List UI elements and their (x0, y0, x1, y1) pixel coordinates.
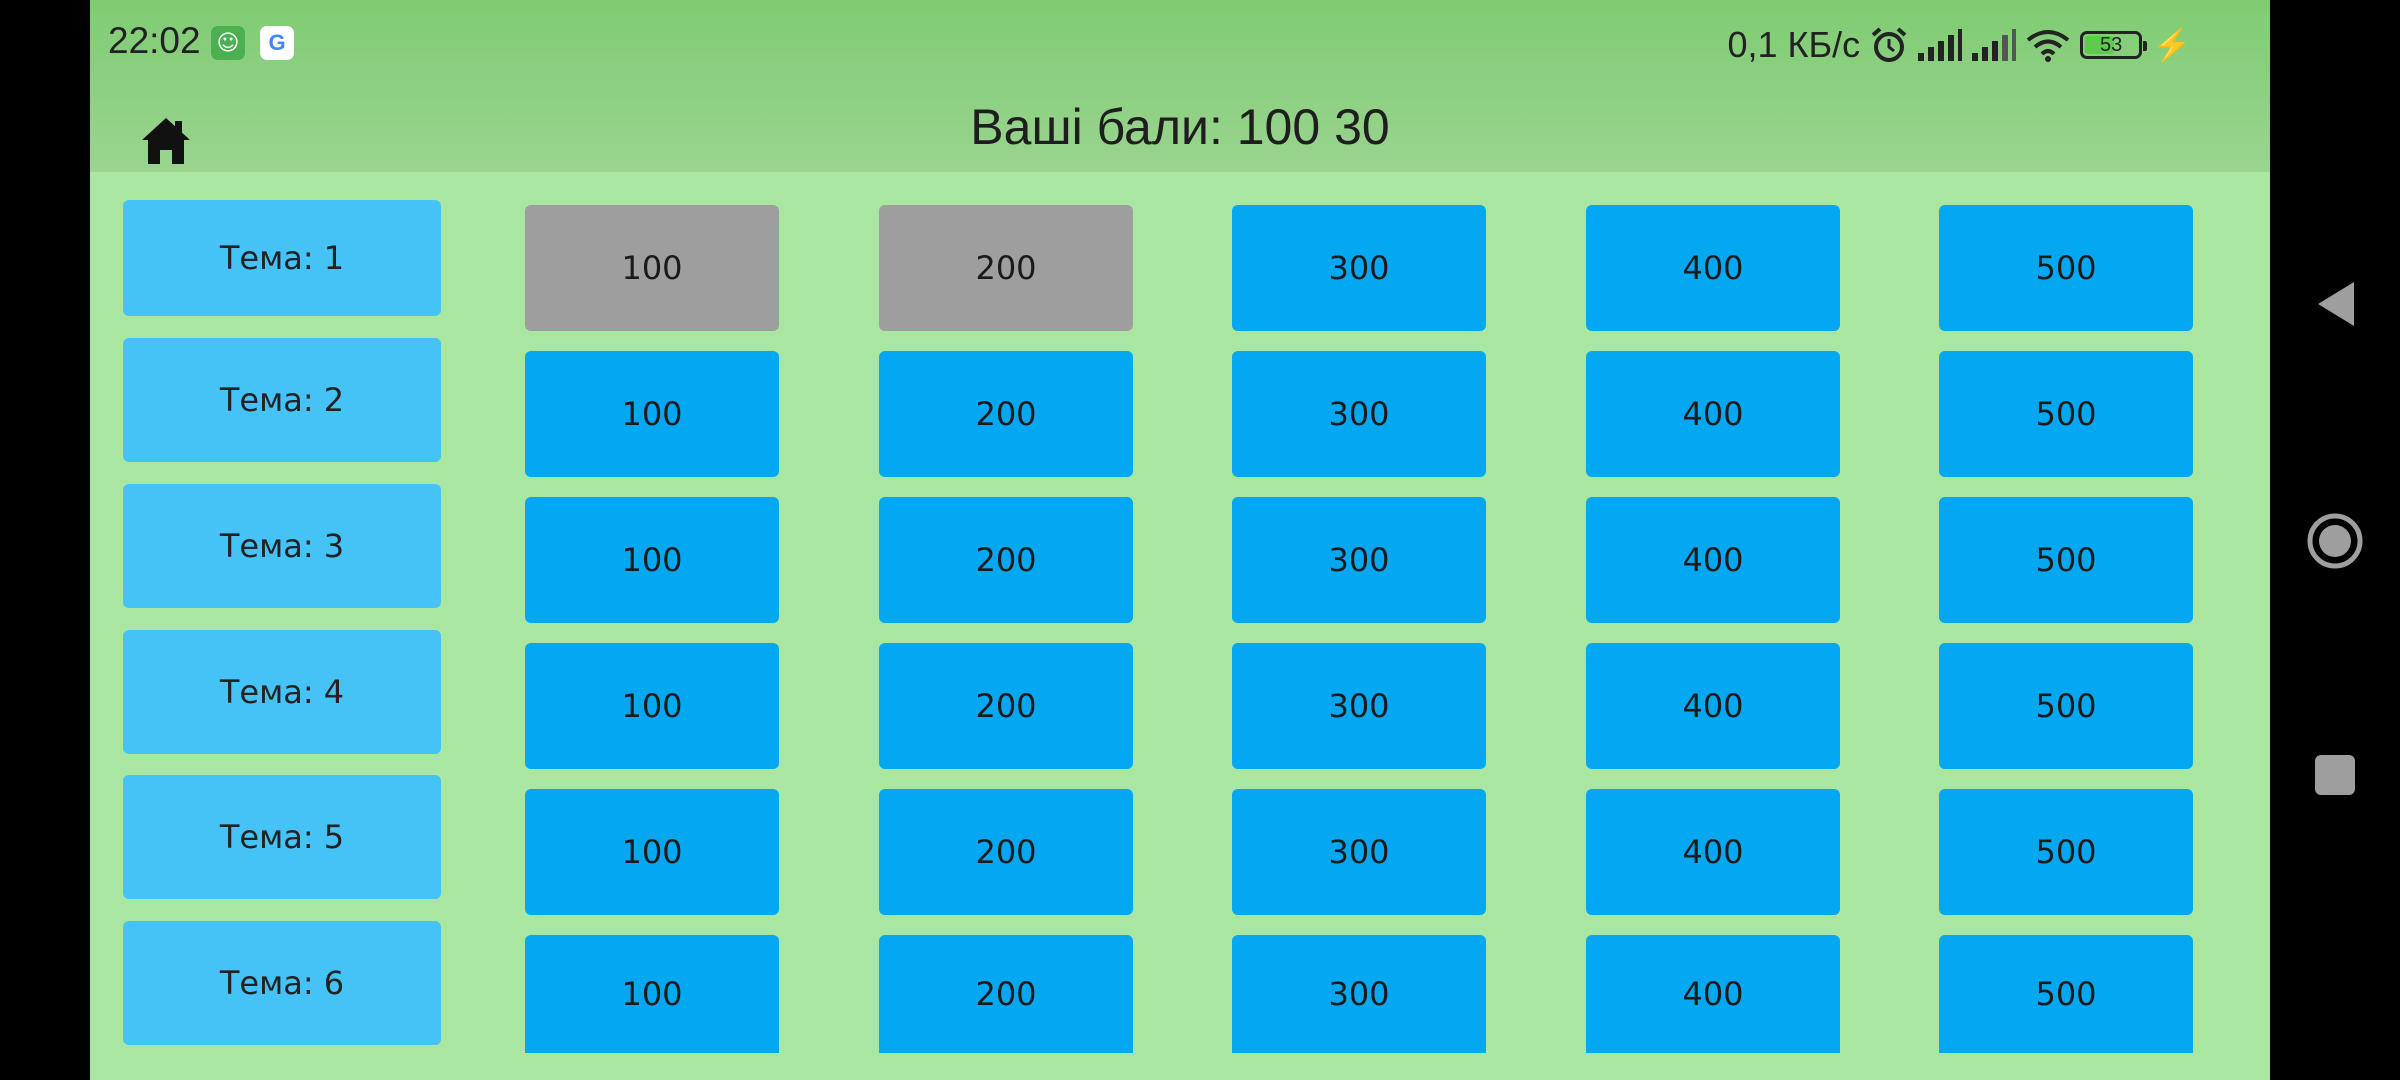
app-screen: 22:02 ☺ G 0,1 КБ/с 53 ⚡ Ваші бали: 100 3… (90, 0, 2270, 1080)
question-cell-5-200[interactable]: 200 (879, 789, 1133, 915)
topic-1: Тема: 1 (123, 200, 441, 316)
recents-button[interactable] (2270, 754, 2400, 796)
question-cell-2-300[interactable]: 300 (1232, 351, 1486, 477)
question-cell-6-500[interactable]: 500 (1939, 935, 2193, 1053)
question-cell-6-200[interactable]: 200 (879, 935, 1133, 1053)
topic-3: Тема: 3 (123, 484, 441, 608)
signal-icon (1918, 29, 1963, 61)
google-icon: G (260, 26, 294, 60)
question-cell-3-300[interactable]: 300 (1232, 497, 1486, 623)
question-cell-1-200[interactable]: 200 (879, 205, 1133, 331)
question-cell-4-300[interactable]: 300 (1232, 643, 1486, 769)
question-cell-4-500[interactable]: 500 (1939, 643, 2193, 769)
network-speed: 0,1 КБ/с (1727, 24, 1861, 65)
recents-square-icon (2315, 755, 2355, 795)
question-cell-3-200[interactable]: 200 (879, 497, 1133, 623)
status-time: 22:02 (108, 20, 201, 61)
question-cell-1-500[interactable]: 500 (1939, 205, 2193, 331)
question-cell-5-100[interactable]: 100 (525, 789, 779, 915)
wifi-icon (2026, 30, 2070, 62)
home-circle-icon (2307, 513, 2363, 569)
battery-level: 53 (2100, 33, 2123, 56)
question-cell-2-100[interactable]: 100 (525, 351, 779, 477)
battery-icon: 53 (2080, 31, 2148, 59)
question-cell-3-400[interactable]: 400 (1586, 497, 1840, 623)
question-cell-2-200[interactable]: 200 (879, 351, 1133, 477)
topic-6: Тема: 6 (123, 921, 441, 1045)
status-right: 0,1 КБ/с 53 ⚡ (1728, 20, 2193, 70)
home-nav-button[interactable] (2270, 512, 2400, 570)
question-cell-3-100[interactable]: 100 (525, 497, 779, 623)
question-cell-4-200[interactable]: 200 (879, 643, 1133, 769)
header-bar: 22:02 ☺ G 0,1 КБ/с 53 ⚡ Ваші бали: 100 3… (90, 0, 2270, 172)
navigation-bar (2270, 0, 2400, 1080)
topic-4: Тема: 4 (123, 630, 441, 754)
question-cell-6-300[interactable]: 300 (1232, 935, 1486, 1053)
back-triangle-icon (2318, 282, 2354, 326)
score-title: Ваші бали: 100 30 (970, 99, 1390, 155)
app-notification-icon: ☺ (211, 26, 245, 60)
question-cell-2-500[interactable]: 500 (1939, 351, 2193, 477)
question-cell-6-400[interactable]: 400 (1586, 935, 1840, 1053)
question-cell-1-400[interactable]: 400 (1586, 205, 1840, 331)
question-cell-1-300[interactable]: 300 (1232, 205, 1486, 331)
question-cell-5-400[interactable]: 400 (1586, 789, 1840, 915)
question-cell-4-400[interactable]: 400 (1586, 643, 1840, 769)
question-cell-6-100[interactable]: 100 (525, 935, 779, 1053)
question-cell-4-100[interactable]: 100 (525, 643, 779, 769)
question-cell-3-500[interactable]: 500 (1939, 497, 2193, 623)
signal-icon-2 (1972, 29, 2017, 61)
question-cell-5-500[interactable]: 500 (1939, 789, 2193, 915)
question-cell-5-300[interactable]: 300 (1232, 789, 1486, 915)
topic-5: Тема: 5 (123, 775, 441, 899)
topic-2: Тема: 2 (123, 338, 441, 462)
alarm-icon (1871, 27, 1907, 62)
question-cell-2-400[interactable]: 400 (1586, 351, 1840, 477)
question-cell-1-100[interactable]: 100 (525, 205, 779, 331)
charging-icon: ⚡ (2152, 27, 2192, 63)
back-button[interactable] (2270, 278, 2400, 330)
